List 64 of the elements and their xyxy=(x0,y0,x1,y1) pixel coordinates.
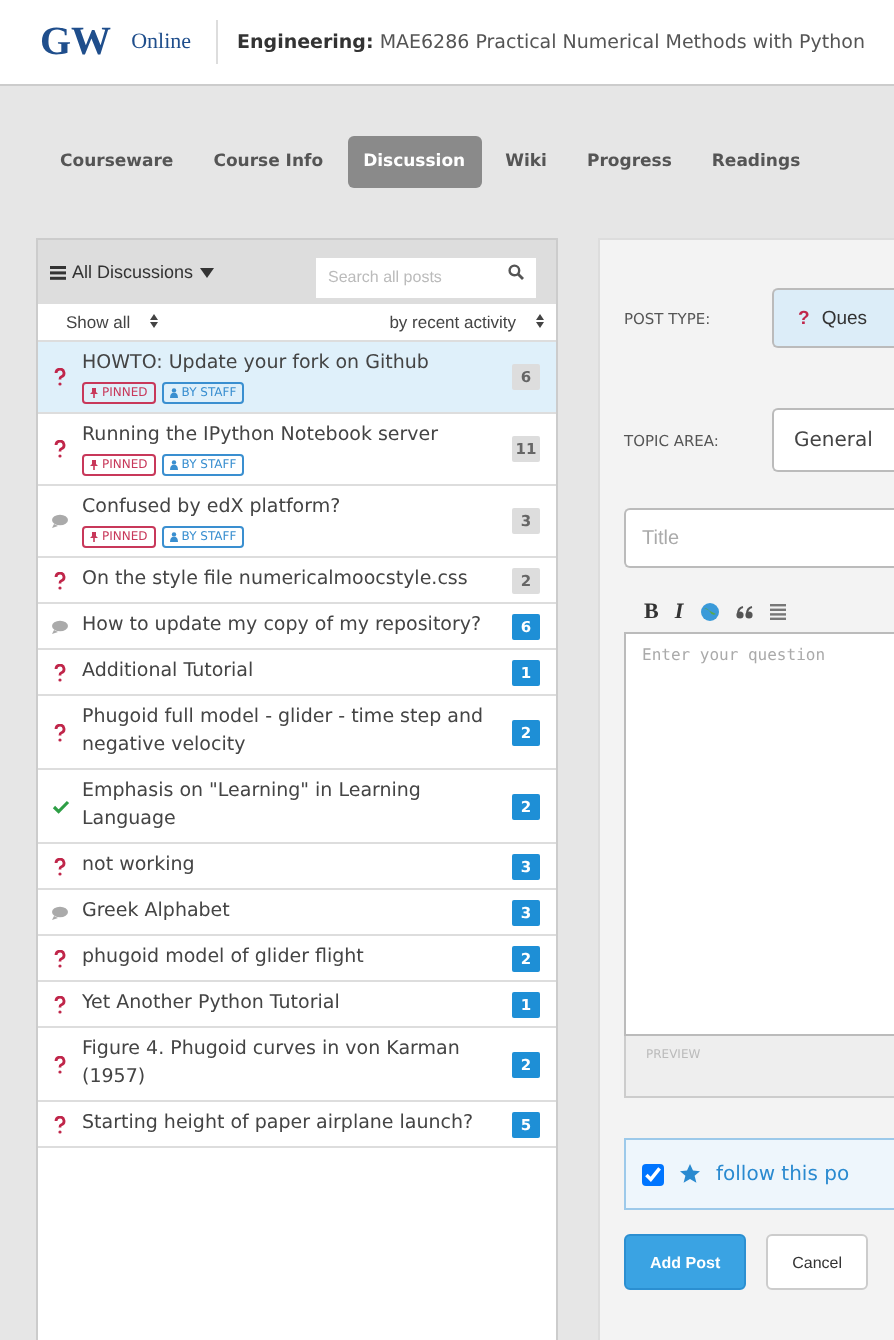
italic-button[interactable]: I xyxy=(674,600,684,624)
nav-tab[interactable]: Progress xyxy=(570,136,688,188)
thread-title: phugoid model of glider flight xyxy=(82,944,366,972)
thread-title: Additional Tutorial xyxy=(82,658,256,686)
nav-tab[interactable]: Courseware xyxy=(44,136,190,188)
person-icon xyxy=(169,532,178,542)
pin-icon xyxy=(90,532,98,542)
show-dropdown[interactable]: Show all xyxy=(66,312,159,332)
question-icon xyxy=(54,995,66,1013)
filter-dropdown[interactable]: All Discussions xyxy=(50,262,214,282)
chat-icon xyxy=(51,905,69,919)
pin-icon xyxy=(90,460,98,470)
pin-icon xyxy=(90,388,98,398)
thread-title: Confused by edX platform? xyxy=(82,494,343,522)
sort-arrows-icon xyxy=(536,314,544,328)
search-field[interactable]: Search all posts xyxy=(316,257,536,297)
logo[interactable]: GW xyxy=(40,19,112,65)
quote-icon[interactable] xyxy=(735,605,754,619)
follow-label: follow this po xyxy=(716,1163,850,1185)
question-icon xyxy=(54,949,66,967)
course-title: Engineering: MAE6286 Practical Numerical Methods with Python xyxy=(237,31,865,53)
thread-title: Running the IPython Notebook server xyxy=(82,422,441,450)
check-icon xyxy=(51,799,69,813)
caret-icon xyxy=(199,267,214,277)
globe-icon[interactable] xyxy=(699,602,720,622)
nav-tab[interactable]: Readings xyxy=(695,136,817,188)
title-field[interactable]: Title xyxy=(624,508,894,568)
nav-tab[interactable]: Wiki xyxy=(489,136,563,188)
question-icon xyxy=(54,368,66,386)
thread-title: HOWTO: Update your fork on Github xyxy=(82,350,431,378)
question-icon xyxy=(54,1055,66,1073)
person-icon xyxy=(169,460,178,470)
sort-arrows-icon xyxy=(150,314,159,328)
body-field[interactable]: Enter your question xyxy=(624,632,894,1036)
question-icon xyxy=(54,440,66,458)
thread-title: Figure 4. Phugoid curves in von Karman (1957) xyxy=(82,1036,462,1092)
question-icon xyxy=(54,723,66,741)
chat-icon xyxy=(51,514,69,528)
chat-icon xyxy=(51,619,69,633)
post-type-option[interactable]: ? Ques xyxy=(772,288,894,348)
logo-subtitle: Online xyxy=(131,20,218,64)
nav-tab[interactable]: Course Info xyxy=(197,136,340,188)
thread-title: How to update my copy of my repository? xyxy=(82,612,484,640)
thread-title: Phugoid full model - glider - time step and negative velocity xyxy=(82,704,485,760)
thread-title: Starting height of paper airplane launch? xyxy=(82,1110,476,1138)
search-icon[interactable] xyxy=(508,264,524,280)
sort-dropdown[interactable]: by recent activity xyxy=(389,312,544,332)
star-icon xyxy=(680,1164,700,1184)
thread-title: not working xyxy=(82,852,197,880)
person-icon xyxy=(169,388,178,398)
list-icon xyxy=(50,265,66,279)
thread-title: Yet Another Python Tutorial xyxy=(82,990,342,1018)
cancel-button[interactable]: Cancel xyxy=(766,1234,869,1290)
question-icon xyxy=(54,571,66,589)
follow-checkbox[interactable] xyxy=(642,1163,664,1185)
question-icon xyxy=(54,1115,66,1133)
thread-title: Greek Alphabet xyxy=(82,898,232,926)
thread-title: Emphasis on "Learning" in Learning Language xyxy=(82,778,423,834)
bold-button[interactable]: B xyxy=(644,600,659,624)
question-icon xyxy=(54,857,66,875)
question-icon xyxy=(54,663,66,681)
topic-select[interactable]: General xyxy=(772,408,894,472)
thread-title: On the style file numericalmoocstyle.css xyxy=(82,566,470,594)
code-icon[interactable] xyxy=(769,604,786,620)
